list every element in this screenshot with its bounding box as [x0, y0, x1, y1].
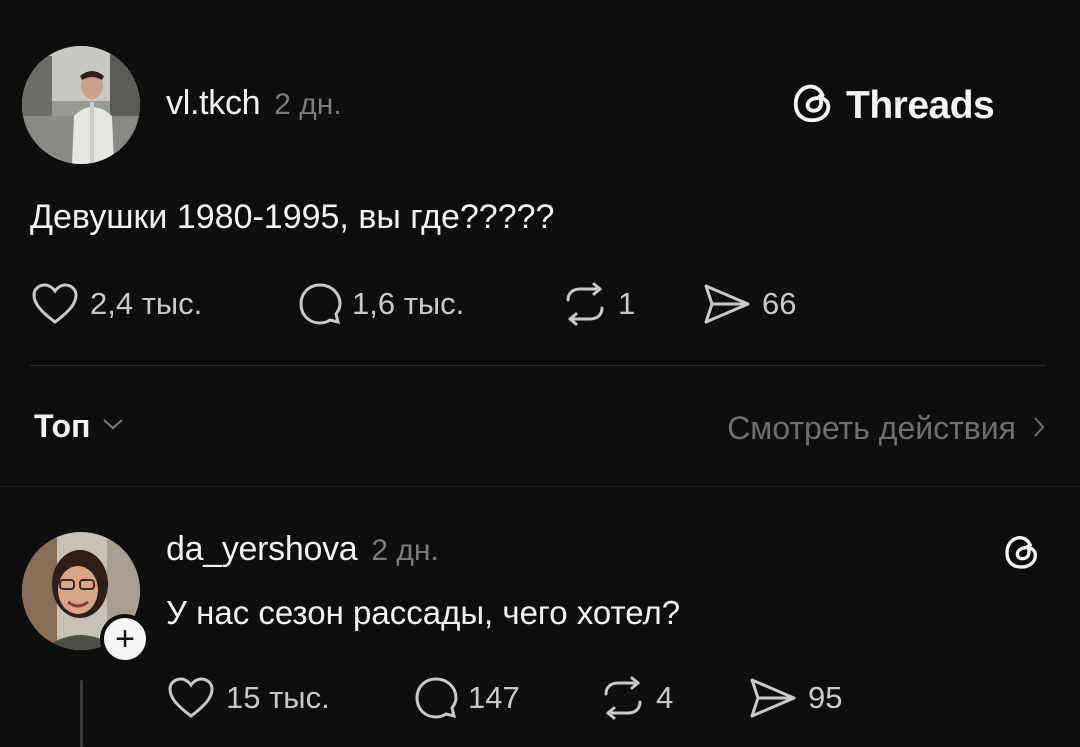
reply-text: У нас сезон рассады, чего хотел?	[166, 594, 681, 631]
divider	[30, 365, 1046, 366]
author-username[interactable]: vl.tkch	[166, 84, 261, 123]
reply-comment-button[interactable]: 147	[414, 676, 520, 720]
reply-share-button[interactable]: 95	[748, 676, 842, 720]
send-icon	[748, 676, 798, 720]
threads-small-icon[interactable]	[1002, 532, 1042, 577]
reply-time: 2 дн.	[371, 534, 439, 567]
reply-author-username[interactable]: da_yershova	[166, 530, 358, 569]
reply-repost-button[interactable]: 4	[600, 676, 673, 720]
author-avatar[interactable]	[22, 46, 140, 164]
share-count: 66	[762, 286, 797, 321]
post-time: 2 дн.	[274, 88, 342, 121]
like-count: 2,4 тыс.	[90, 286, 203, 321]
comment-icon	[298, 282, 342, 326]
repost-icon	[600, 676, 646, 720]
repost-button[interactable]: 1	[562, 282, 635, 326]
section-divider	[0, 486, 1080, 487]
view-activity-link[interactable]: Смотреть действия	[727, 410, 1046, 447]
heart-icon	[30, 282, 80, 326]
threads-logo-icon	[790, 80, 836, 131]
reply-share-count: 95	[808, 680, 843, 715]
like-button[interactable]: 2,4 тыс.	[30, 282, 202, 326]
reply-comment-count: 147	[468, 680, 520, 715]
threads-brand: Threads	[790, 80, 995, 131]
heart-icon	[166, 676, 216, 720]
comment-count: 1,6 тыс.	[352, 286, 465, 321]
sort-dropdown[interactable]: Топ	[34, 408, 124, 445]
follow-plus-button[interactable]: +	[100, 614, 150, 664]
reply-like-count: 15 тыс.	[226, 680, 330, 715]
view-activity-label: Смотреть действия	[727, 410, 1016, 446]
share-button[interactable]: 66	[702, 282, 796, 326]
post-text: Девушки 1980-1995, вы где?????	[30, 198, 555, 236]
thread-line	[80, 680, 83, 747]
threads-brand-label: Threads	[846, 83, 995, 127]
comment-button[interactable]: 1,6 тыс.	[298, 282, 464, 326]
repost-icon	[562, 282, 608, 326]
comment-icon	[414, 676, 458, 720]
send-icon	[702, 282, 752, 326]
chevron-right-icon	[1032, 410, 1046, 447]
reply-like-button[interactable]: 15 тыс.	[166, 676, 330, 720]
chevron-down-icon	[102, 417, 124, 436]
repost-count: 1	[618, 286, 636, 321]
sort-label: Топ	[34, 408, 91, 444]
reply-repost-count: 4	[656, 680, 674, 715]
